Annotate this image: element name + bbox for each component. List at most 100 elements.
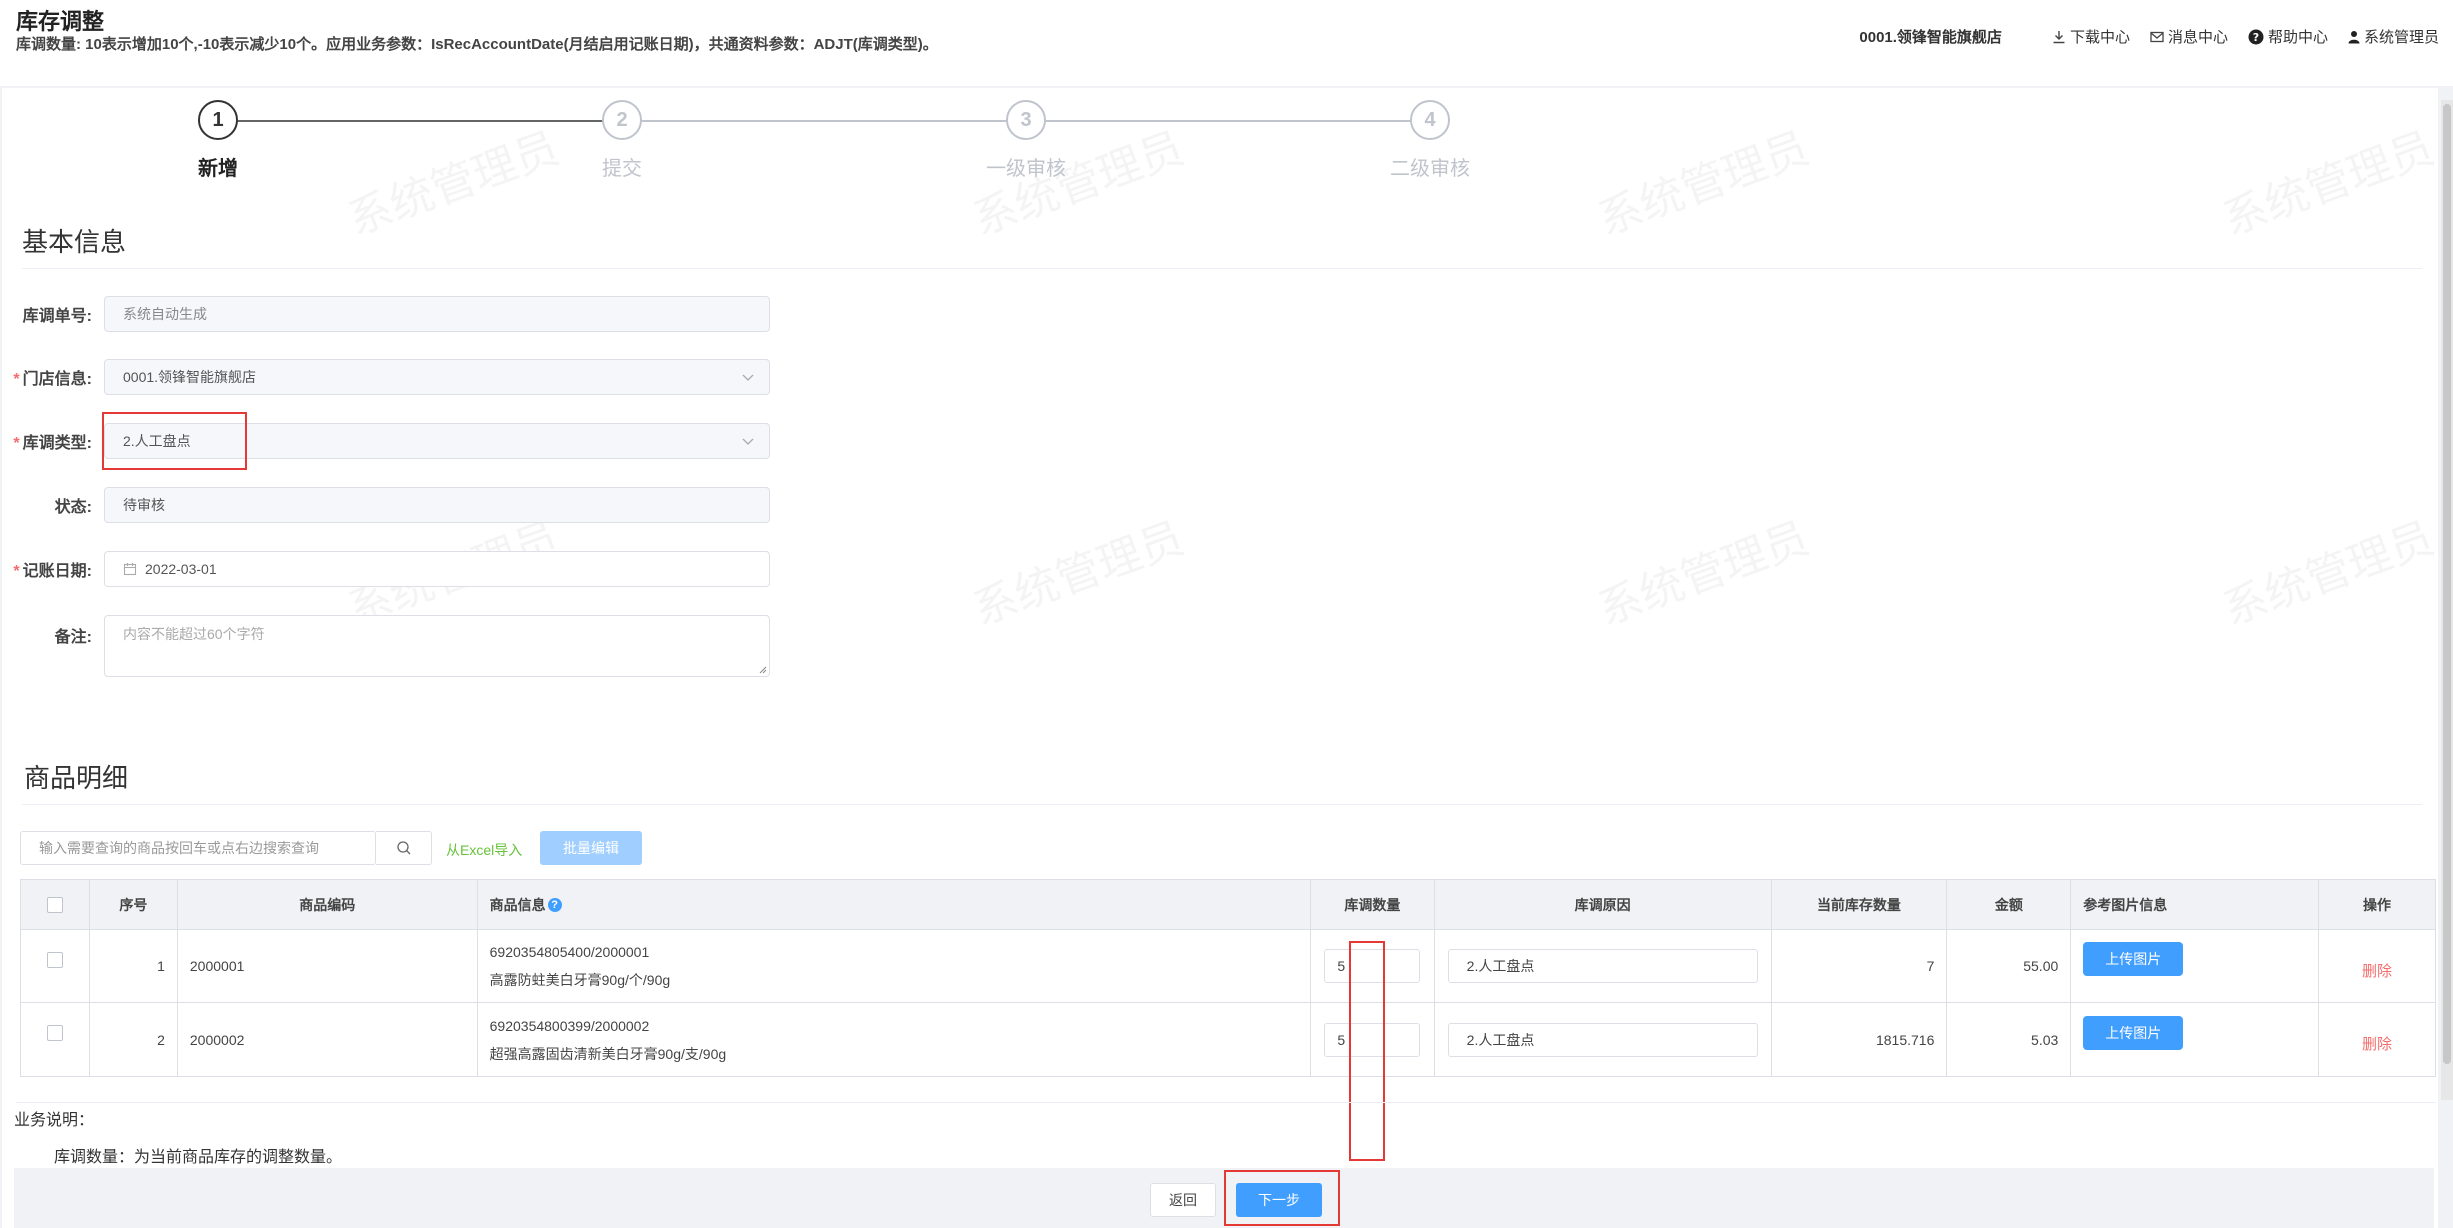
chevron-down-icon [742, 438, 754, 445]
mail-icon [2150, 31, 2164, 42]
help-center-label: 帮助中心 [2267, 29, 2328, 46]
col-qty: 库调数量 [1311, 880, 1435, 929]
row-stock: 7 [1772, 930, 1948, 1002]
page-title: 库存调整 [16, 9, 105, 34]
back-button[interactable]: 返回 [1150, 1183, 1216, 1217]
upload-image-button[interactable]: 上传图片 [2083, 1015, 2184, 1050]
step-1: 1 新增 [138, 100, 298, 181]
remark-textarea[interactable]: 内容不能超过60个字符 [104, 615, 770, 677]
resize-grip-icon[interactable] [757, 664, 767, 674]
step-3: 3 一级审核 [946, 100, 1106, 181]
business-notes-text: 库调数量：为当前商品库存的调整数量。 [54, 1149, 343, 1166]
message-center-label: 消息中心 [2167, 29, 2228, 46]
remark-label: 备注: [54, 629, 92, 646]
user-icon [2348, 30, 2360, 43]
date-picker[interactable]: 2022-03-01 [104, 551, 770, 587]
col-stock: 当前库存数量 [1772, 880, 1948, 929]
col-info: 商品信息? [478, 880, 1311, 929]
row-checkbox-cell [21, 1003, 90, 1076]
divider [22, 268, 2422, 269]
row-info: 6920354805400/2000001 高露防蛀美白牙膏90g/个/90g [478, 930, 1311, 1002]
select-all-checkbox[interactable] [46, 896, 63, 913]
row-barcode: 6920354805400/2000001 [489, 944, 650, 960]
row-barcode: 6920354800399/2000002 [489, 1017, 650, 1034]
row-stock: 1815.716 [1772, 1003, 1948, 1076]
help-icon: ? [2248, 29, 2264, 44]
store-value: 0001.领锋智能旗舰店 [123, 369, 257, 385]
divider [16, 1102, 2436, 1103]
order-no-placeholder: 系统自动生成 [123, 306, 207, 322]
col-no: 序号 [90, 880, 178, 929]
row-amount: 55.00 [1947, 930, 2072, 1002]
download-center-label: 下载中心 [2069, 29, 2130, 46]
step-label: 一级审核 [986, 158, 1066, 180]
product-table: 序号 商品编码 商品信息? 库调数量 库调原因 当前库存数量 金额 参考图片信息… [20, 879, 2436, 1077]
download-icon [2053, 30, 2065, 43]
delete-link[interactable]: 删除 [2362, 960, 2392, 981]
watermark: 系统管理员 [963, 502, 1192, 637]
scrollbar[interactable] [2441, 100, 2453, 1100]
status-value: 待审核 [123, 497, 165, 513]
calendar-icon [123, 563, 137, 576]
row-product-name: 超强高露固齿清新美白牙膏90g/支/90g [489, 1045, 727, 1062]
watermark: 系统管理员 [1588, 502, 1817, 637]
status-label: 状态: [54, 499, 92, 516]
main-card: 系统管理员 系统管理员 系统管理员 系统管理员 系统管理员 系统管理员 系统管理… [2, 88, 2440, 1228]
step-label: 提交 [602, 158, 642, 180]
col-images: 参考图片信息 [2071, 880, 2320, 929]
page-description: 库调数量: 10表示增加10个,-10表示减少10个。应用业务参数：IsRecA… [16, 36, 938, 53]
step-number: 2 [602, 100, 642, 140]
excel-import-link[interactable]: 从Excel导入 [446, 840, 522, 860]
row-checkbox[interactable] [46, 1025, 63, 1041]
svg-text:?: ? [2253, 31, 2259, 44]
row-images-cell: 上传图片 [2071, 930, 2320, 1002]
row-checkbox[interactable] [46, 952, 63, 968]
user-menu[interactable]: 系统管理员 [2348, 26, 2439, 47]
row-reason-cell: 2.人工盘点 [1435, 930, 1772, 1002]
product-search-input[interactable]: 输入需要查询的商品按回车或点右边搜索查询 [20, 831, 376, 865]
store-label: * 门店信息: [13, 371, 92, 388]
basic-info-title: 基本信息 [22, 227, 127, 257]
col-reason: 库调原因 [1435, 880, 1772, 929]
upload-image-button[interactable]: 上传图片 [2083, 942, 2184, 976]
help-center-link[interactable]: ? 帮助中心 [2248, 26, 2328, 47]
header-checkbox-cell [21, 880, 90, 929]
download-center-link[interactable]: 下载中心 [2052, 26, 2130, 47]
order-no-row: 库调单号: 系统自动生成 [12, 296, 770, 332]
step-label: 二级审核 [1390, 158, 1470, 180]
row-no: 2 [90, 1003, 178, 1076]
delete-link[interactable]: 删除 [2362, 1033, 2392, 1054]
row-info: 6920354800399/2000002 超强高露固齿清新美白牙膏90g/支/… [478, 1003, 1311, 1076]
date-row: * 记账日期: 2022-03-01 [12, 551, 770, 587]
step-4: 4 二级审核 [1350, 100, 1510, 181]
step-number: 1 [198, 100, 238, 140]
top-header: 库存调整 库调数量: 10表示增加10个,-10表示减少10个。应用业务参数：I… [0, 0, 2453, 86]
row-op-cell: 删除 [2319, 930, 2435, 1002]
chevron-down-icon [742, 374, 754, 381]
order-no-field: 系统自动生成 [104, 296, 770, 332]
reason-input[interactable]: 2.人工盘点 [1447, 1022, 1758, 1057]
message-center-link[interactable]: 消息中心 [2150, 26, 2228, 47]
search-icon [396, 841, 410, 855]
step-label: 新增 [198, 158, 238, 180]
scrollbar-thumb[interactable] [2443, 104, 2451, 1064]
watermark: 系统管理员 [338, 112, 567, 247]
step-2: 2 提交 [542, 100, 702, 181]
search-button[interactable] [376, 831, 432, 865]
date-value: 2022-03-01 [145, 561, 217, 577]
remark-row: 备注: 内容不能超过60个字符 [12, 615, 770, 677]
col-amount: 金额 [1947, 880, 2072, 929]
details-title: 商品明细 [24, 763, 129, 793]
row-images-cell: 上传图片 [2071, 1003, 2320, 1076]
row-checkbox-cell [21, 930, 90, 1002]
reason-input[interactable]: 2.人工盘点 [1447, 949, 1758, 983]
step-number: 4 [1410, 100, 1450, 140]
row-product-name: 高露防蛀美白牙膏90g/个/90g [489, 972, 671, 988]
batch-edit-button[interactable]: 批量编辑 [540, 831, 642, 865]
info-help-icon[interactable]: ? [547, 897, 562, 912]
user-name: 系统管理员 [2363, 29, 2439, 46]
highlight-box [1224, 1170, 1340, 1226]
watermark: 系统管理员 [2213, 502, 2442, 637]
store-select[interactable]: 0001.领锋智能旗舰店 [104, 359, 770, 395]
table-row: 2 2000002 6920354800399/2000002 超强高露固齿清新… [21, 1003, 2435, 1076]
